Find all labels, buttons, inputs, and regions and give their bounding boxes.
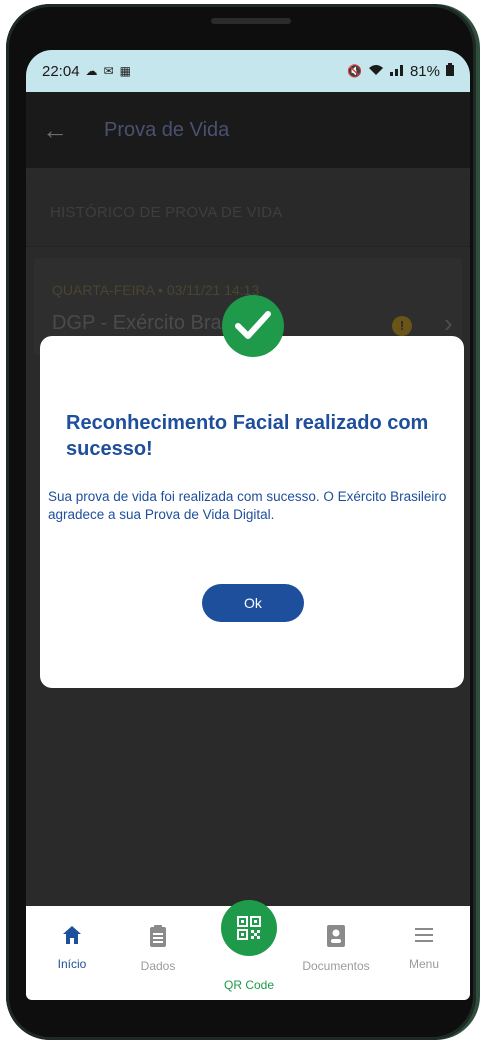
nav-item-menu[interactable]: Menu bbox=[384, 924, 464, 971]
home-icon bbox=[63, 926, 81, 944]
nav-item-inicio[interactable]: Início bbox=[32, 924, 112, 971]
page-title: Prova de Vida bbox=[104, 118, 230, 141]
nav-label-qr-code: QR Code bbox=[223, 978, 275, 992]
battery-level: 81% bbox=[409, 62, 440, 80]
nav-item-documentos[interactable]: Documentos bbox=[296, 924, 376, 973]
dialog-title: Reconhecimento Facial realizado com suce… bbox=[66, 412, 429, 460]
ok-button[interactable]: Ok bbox=[202, 584, 304, 622]
section-title: HISTÓRICO DE PROVA DE VIDA bbox=[50, 203, 283, 221]
warning-icon: ! bbox=[392, 316, 412, 336]
id-card-icon bbox=[327, 925, 345, 947]
speaker-grille bbox=[211, 18, 291, 24]
calendar-icon: ▦ bbox=[119, 64, 131, 78]
phone-frame: 22:04 ☁ ✉ ▦ 🔇 81% ← Prova de Vida HISTÓR… bbox=[6, 4, 476, 1040]
status-right: 🔇 81% bbox=[347, 63, 454, 80]
nav-label-documentos: Documentos bbox=[302, 959, 370, 973]
wifi-icon bbox=[368, 64, 384, 79]
message-icon: ✉ bbox=[103, 64, 114, 78]
mute-icon: 🔇 bbox=[347, 64, 362, 78]
status-bar: 22:04 ☁ ✉ ▦ 🔇 81% bbox=[26, 50, 470, 92]
nav-label-inicio: Início bbox=[57, 957, 87, 971]
status-time: 22:04 bbox=[42, 62, 80, 80]
history-org: DGP - Exército Bra bbox=[52, 312, 222, 334]
clipboard-icon bbox=[150, 925, 166, 947]
battery-icon bbox=[446, 63, 454, 79]
signal-icon bbox=[389, 64, 404, 79]
cloud-icon: ☁ bbox=[85, 64, 98, 78]
back-arrow-icon[interactable]: ← bbox=[42, 115, 82, 146]
qr-code-icon bbox=[237, 916, 261, 940]
check-circle-icon bbox=[222, 295, 284, 357]
phone-shell: 22:04 ☁ ✉ ▦ 🔇 81% ← Prova de Vida HISTÓR… bbox=[0, 0, 483, 1045]
app-bar: ← Prova de Vida bbox=[26, 92, 470, 168]
chevron-right-icon: › bbox=[444, 308, 453, 338]
screen: 22:04 ☁ ✉ ▦ 🔇 81% ← Prova de Vida HISTÓR… bbox=[26, 50, 470, 1000]
history-section-header: HISTÓRICO DE PROVA DE VIDA bbox=[26, 178, 470, 247]
success-dialog: Reconhecimento Facial realizado com suce… bbox=[40, 336, 464, 688]
nav-item-dados[interactable]: Dados bbox=[118, 924, 198, 973]
history-date: QUARTA-FEIRA • 03/11/21 14:13 bbox=[52, 282, 260, 298]
qr-code-button[interactable] bbox=[221, 900, 277, 956]
nav-label-menu: Menu bbox=[408, 957, 440, 971]
nav-label-dados: Dados bbox=[140, 959, 176, 973]
menu-icon bbox=[415, 928, 433, 942]
status-left: 22:04 ☁ ✉ ▦ bbox=[42, 63, 131, 80]
dialog-message: Sua prova de vida foi realizada com suce… bbox=[48, 489, 447, 522]
